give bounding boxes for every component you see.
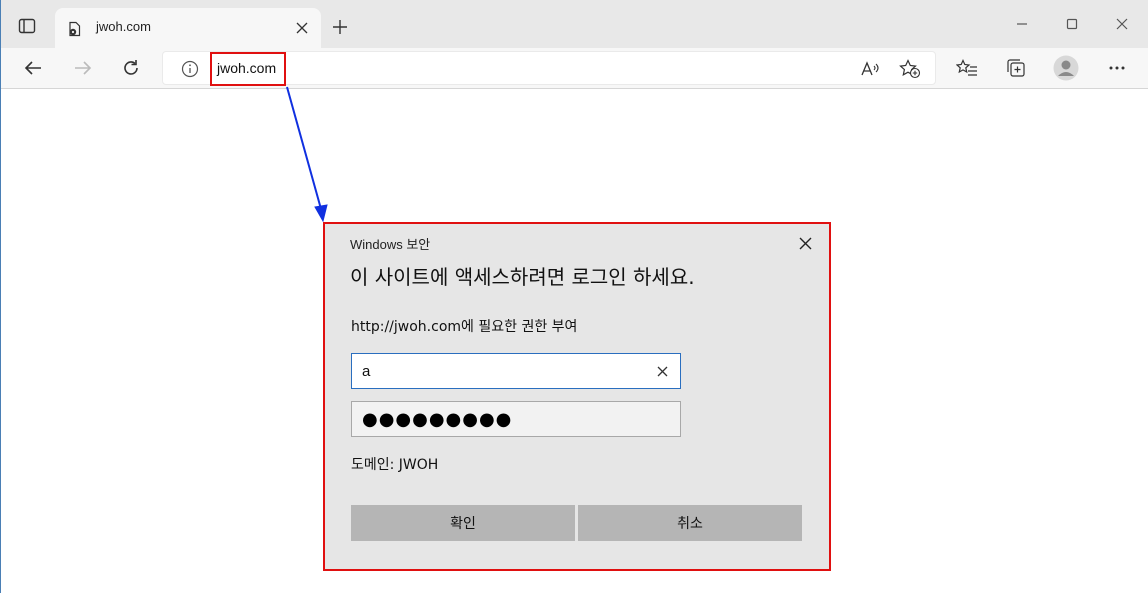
star-plus-icon: [899, 59, 921, 79]
domain-label: 도메인: JWOH: [351, 457, 439, 473]
collections-icon: [1007, 59, 1025, 77]
refresh-button[interactable]: [116, 54, 146, 82]
tab-title: jwoh.com: [96, 19, 151, 34]
tab-actions-button[interactable]: [13, 14, 41, 38]
tab-actions-icon: [18, 18, 36, 34]
avatar-icon: [1053, 55, 1079, 81]
close-icon: [1116, 18, 1128, 30]
cancel-button[interactable]: 취소: [578, 505, 802, 541]
close-icon: [296, 22, 308, 34]
dialog-subtitle: http://jwoh.com에 필요한 권한 부여: [351, 319, 578, 335]
arrow-right-icon: [75, 61, 92, 75]
favorites-list-icon: [956, 59, 977, 76]
read-aloud-icon: [861, 61, 879, 76]
windows-security-dialog: Windows 보안 이 사이트에 액세스하려면 로그인 하세요. http:/…: [323, 222, 831, 571]
forward-button[interactable]: [68, 54, 98, 82]
tab-close-button[interactable]: [293, 19, 311, 37]
tab-strip: jwoh.com: [1, 0, 1148, 48]
password-mask: ●●●●●●●●●: [362, 409, 513, 430]
info-icon[interactable]: [181, 60, 199, 78]
profile-button[interactable]: [1051, 54, 1081, 82]
dialog-heading: 이 사이트에 액세스하려면 로그인 하세요.: [350, 265, 695, 289]
clear-username-button[interactable]: [653, 362, 671, 380]
url-annotation-box: [210, 52, 286, 86]
dialog-close-button[interactable]: [793, 232, 817, 254]
username-input[interactable]: a: [351, 353, 681, 389]
more-dots-icon: [1109, 66, 1125, 70]
settings-more-button[interactable]: [1102, 54, 1132, 82]
arrow-left-icon: [24, 61, 41, 75]
browser-window: jwoh.com jwoh.com Windows 보안 이 사이트에 액세스하…: [0, 0, 1148, 593]
ok-button[interactable]: 확인: [351, 505, 575, 541]
toolbar: jwoh.com: [1, 48, 1148, 89]
minimize-button[interactable]: [1007, 10, 1037, 38]
add-favorite-button[interactable]: [899, 59, 921, 79]
username-value: a: [362, 363, 371, 380]
refresh-icon: [124, 60, 138, 75]
collections-button[interactable]: [1001, 54, 1031, 82]
back-button[interactable]: [18, 54, 48, 82]
clear-icon: [657, 366, 667, 376]
minimize-icon: [1017, 23, 1027, 25]
window-close-button[interactable]: [1107, 10, 1137, 38]
maximize-icon: [1066, 18, 1078, 30]
dialog-caption: Windows 보안: [350, 237, 431, 252]
maximize-button[interactable]: [1057, 10, 1087, 38]
close-icon: [799, 237, 811, 249]
read-aloud-button[interactable]: [859, 59, 881, 79]
tab-jwoh[interactable]: jwoh.com: [55, 8, 321, 48]
favorites-button[interactable]: [952, 54, 982, 82]
page-gear-icon: [69, 21, 81, 37]
new-tab-button[interactable]: [329, 16, 351, 38]
password-input[interactable]: ●●●●●●●●●: [351, 401, 681, 437]
plus-icon: [333, 20, 347, 34]
